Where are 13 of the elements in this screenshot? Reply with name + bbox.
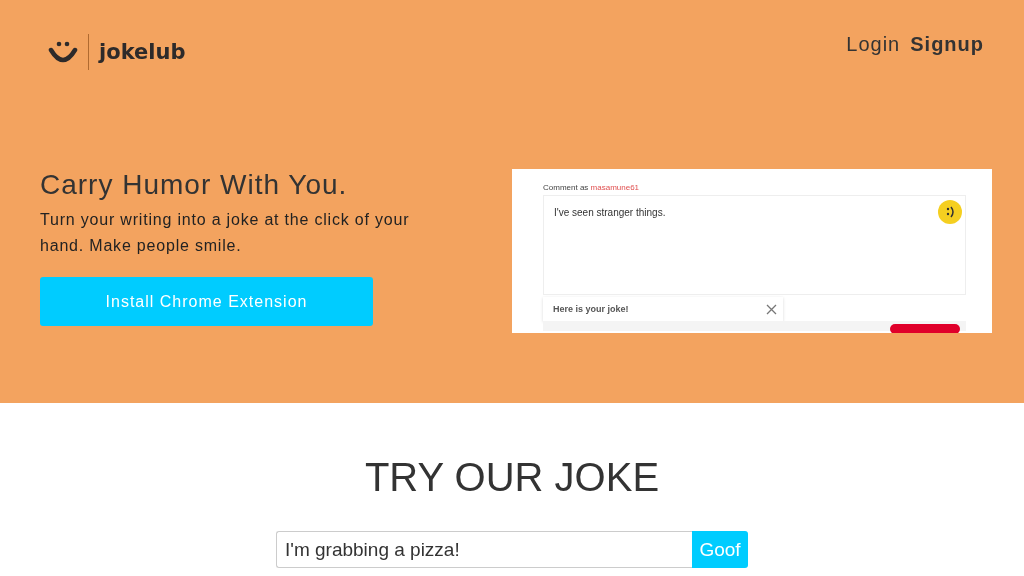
joke-input-field[interactable]: I'm grabbing a pizza! — [276, 531, 692, 568]
smiley-logo-icon — [48, 40, 78, 64]
emoji-button-icon — [938, 200, 962, 224]
comment-field: I've seen stranger things. — [543, 195, 966, 295]
popup-text: Here is your joke! — [553, 304, 629, 314]
nav-link[interactable]: Signup — [910, 32, 984, 56]
hero-text: Turn your writing into a joke at the click of your hand. Make people smile. — [40, 210, 411, 256]
comment-label: Comment as masamune61 — [543, 183, 641, 192]
nav-link[interactable]: Login — [846, 32, 901, 56]
hero-title: Carry Humor With You. — [40, 169, 349, 201]
logo-text: jokelub — [99, 40, 186, 64]
section-title: TRY OUR JOKE — [364, 455, 660, 500]
close-icon[interactable] — [766, 303, 777, 315]
